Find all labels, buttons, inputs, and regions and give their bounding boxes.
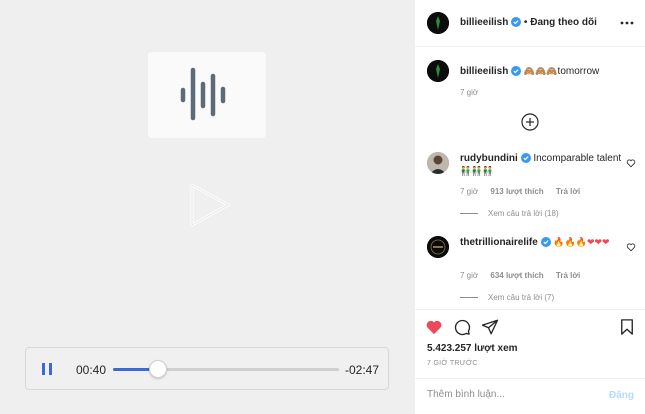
- header-separator: •: [523, 17, 528, 28]
- comment-body: Incomparable talent: [533, 153, 622, 164]
- remaining-time: -02:47: [345, 363, 380, 377]
- posted-time: 7 GIỜ TRƯỚC: [427, 360, 478, 367]
- heart-icon[interactable]: [425, 318, 443, 336]
- verified-icon: [520, 153, 531, 164]
- comment-text: thetrillionairelife 🔥🔥🔥❤❤❤: [460, 236, 625, 250]
- seek-bar[interactable]: [113, 360, 339, 378]
- comment-meta: 7 giờ 913 lượt thích Trả lời: [460, 187, 590, 196]
- caption-time: 7 giờ: [460, 88, 479, 97]
- comment-time: 7 giờ: [460, 187, 479, 196]
- comment-item: rudybundini Incomparable talent 👬👬👬 7 gi…: [427, 152, 642, 222]
- comment-meta: 7 giờ 634 lượt thích Trả lời: [460, 271, 590, 280]
- author-avatar[interactable]: [427, 12, 449, 34]
- view-replies-label: Xem câu trả lời (7): [488, 293, 555, 302]
- caption-avatar[interactable]: [427, 60, 449, 82]
- post-side-panel: billieeilish • Đang theo dõi billieeilis…: [414, 0, 645, 414]
- comment-emojis: 👬👬👬: [460, 167, 494, 177]
- reply-button[interactable]: Trả lời: [556, 271, 580, 280]
- reply-button[interactable]: Trả lời: [556, 187, 580, 196]
- current-time: 00:40: [76, 363, 107, 377]
- waveform-icon: [180, 67, 226, 121]
- verified-icon: [511, 66, 522, 77]
- author-username[interactable]: billieeilish: [460, 17, 508, 28]
- post-comment-button[interactable]: Đăng: [609, 390, 634, 401]
- more-icon[interactable]: [620, 16, 634, 30]
- seek-handle[interactable]: [149, 360, 168, 378]
- media-pane: 00:40 -02:47: [0, 0, 414, 414]
- verified-icon: [540, 237, 551, 248]
- audio-player: 00:40 -02:47: [25, 347, 389, 390]
- plus-circle-icon[interactable]: [521, 113, 539, 131]
- commenter-username[interactable]: thetrillionairelife: [460, 237, 538, 248]
- share-icon[interactable]: [481, 318, 499, 336]
- commenter-username[interactable]: rudybundini: [460, 153, 518, 164]
- caption-line: billieeilish 🙈🙈🙈tomorrow: [460, 66, 599, 77]
- post-header: billieeilish • Đang theo dõi: [415, 0, 645, 47]
- replies-dash: [460, 213, 478, 215]
- view-replies-link[interactable]: Xem câu trả lời (7): [460, 293, 554, 302]
- view-replies-link[interactable]: Xem câu trả lời (18): [460, 209, 559, 218]
- pause-icon[interactable]: [40, 362, 54, 376]
- comment-likes[interactable]: 634 lượt thích: [490, 271, 543, 280]
- header-line: billieeilish • Đang theo dõi: [460, 17, 597, 28]
- comment-form: Đăng: [415, 378, 645, 414]
- heart-icon[interactable]: [626, 242, 636, 252]
- comment-item: thetrillionairelife 🔥🔥🔥❤❤❤ 7 giờ 634 lượ…: [427, 236, 642, 306]
- comment-text: rudybundini Incomparable talent 👬👬👬: [460, 152, 625, 179]
- replies-dash: [460, 297, 478, 299]
- heart-icon[interactable]: [626, 158, 636, 168]
- audio-thumbnail: [148, 52, 266, 138]
- comment-likes[interactable]: 913 lượt thích: [490, 187, 543, 196]
- comment-input[interactable]: [427, 389, 597, 400]
- view-count[interactable]: 5.423.257 lượt xem: [427, 343, 518, 354]
- comment-time: 7 giờ: [460, 271, 479, 280]
- commenter-avatar[interactable]: [427, 236, 449, 258]
- comment-emojis: 🔥🔥🔥❤❤❤: [553, 238, 610, 248]
- caption-emojis: 🙈🙈🙈: [523, 67, 558, 77]
- comment-icon[interactable]: [453, 318, 471, 336]
- caption-text: tomorrow: [557, 66, 600, 77]
- verified-icon: [511, 17, 522, 28]
- follow-status[interactable]: Đang theo dõi: [530, 17, 597, 28]
- post-actions: 5.423.257 lượt xem 7 GIỜ TRƯỚC Đăng: [415, 309, 645, 414]
- caption-username[interactable]: billieeilish: [460, 66, 508, 77]
- view-replies-label: Xem câu trả lời (18): [488, 209, 559, 218]
- play-icon[interactable]: [184, 180, 234, 230]
- bookmark-icon[interactable]: [618, 318, 636, 336]
- commenter-avatar[interactable]: [427, 152, 449, 174]
